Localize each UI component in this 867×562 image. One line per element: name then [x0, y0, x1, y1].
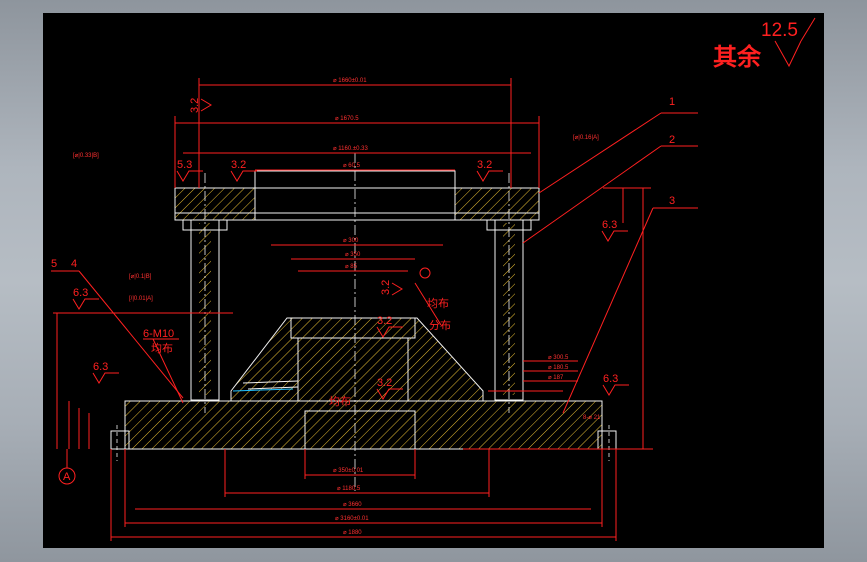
callout-evenly-4: 均布: [329, 395, 351, 408]
part-labels: 1 2 3 5 4: [51, 96, 675, 270]
part-label-5: 5: [51, 258, 57, 270]
svg-text:3.2: 3.2: [477, 159, 492, 171]
base-plate: [110, 400, 617, 461]
svg-text:⌀ 1160.±0.33: ⌀ 1160.±0.33: [333, 146, 368, 152]
svg-text:3.2: 3.2: [377, 377, 392, 389]
svg-text:8-⌀ 21: 8-⌀ 21: [583, 415, 601, 421]
svg-text:6.3: 6.3: [603, 373, 618, 385]
part-label-4: 4: [71, 258, 77, 270]
bottom-dimensions: ⌀ 350±0.01 ⌀ 1180.5 ⌀ 3660 ⌀ 3160±0.01 ⌀…: [110, 449, 617, 541]
svg-text:3.2: 3.2: [377, 315, 392, 327]
part-label-2: 2: [669, 134, 675, 146]
svg-text:[⌀|0.33|B]: [⌀|0.33|B]: [73, 153, 99, 159]
svg-text:⌀ 1180.5: ⌀ 1180.5: [337, 486, 361, 492]
callout-evenly-3: 分布: [429, 319, 451, 332]
svg-text:⌀ 350: ⌀ 350: [345, 252, 361, 258]
svg-text:⌀ 1670.5: ⌀ 1670.5: [335, 116, 359, 122]
roughness-symbol-icon: [774, 40, 802, 68]
svg-text:A: A: [63, 471, 71, 483]
svg-text:⌀ 180.5: ⌀ 180.5: [548, 365, 569, 371]
surface-finish-note: 其余 12.5: [713, 17, 816, 71]
cad-drawing-canvas[interactable]: 其余 12.5 ⌀ 1660±0.01 ⌀ 1670.5 ⌀ 1160.±0.3…: [43, 13, 824, 548]
svg-text:⌀ 3160±0.01: ⌀ 3160±0.01: [335, 516, 369, 522]
svg-text:⌀ 1660±0.01: ⌀ 1660±0.01: [333, 78, 367, 84]
svg-text:⌀ 300: ⌀ 300: [343, 238, 359, 244]
svg-text:6.3: 6.3: [602, 219, 617, 231]
callout-six-m10: 6-M10: [143, 328, 174, 340]
svg-text:3.2: 3.2: [380, 280, 392, 295]
svg-text:5.3: 5.3: [177, 159, 192, 171]
svg-text:[⌀|0.16|A]: [⌀|0.16|A]: [573, 135, 599, 141]
svg-text:[/|0.01|A]: [/|0.01|A]: [129, 296, 153, 302]
svg-text:6.3: 6.3: [73, 287, 88, 299]
svg-text:⌀ 1880: ⌀ 1880: [343, 530, 362, 536]
svg-text:3.2: 3.2: [189, 98, 201, 113]
svg-text:3.2: 3.2: [231, 159, 246, 171]
svg-text:⌀ 85: ⌀ 85: [345, 264, 358, 270]
svg-text:⌀ 60.5: ⌀ 60.5: [343, 163, 361, 169]
datum-a: A: [58, 449, 76, 485]
part-label-1: 1: [669, 96, 675, 108]
part-label-3: 3: [669, 195, 675, 207]
top-dimensions: ⌀ 1660±0.01 ⌀ 1670.5 ⌀ 1160.±0.33 ⌀ 60.5…: [174, 78, 540, 272]
svg-text:⌀ 3660: ⌀ 3660: [343, 502, 362, 508]
finish-note-text: 其余: [713, 43, 762, 71]
svg-text:⌀ 187: ⌀ 187: [548, 375, 564, 381]
svg-text:⌀ 300.5: ⌀ 300.5: [548, 355, 569, 361]
callout-evenly-1: 均布: [151, 342, 173, 355]
svg-text:6.3: 6.3: [93, 361, 108, 373]
svg-text:[⌀|0.1|B]: [⌀|0.1|B]: [129, 274, 152, 280]
finish-note-value: 12.5: [761, 20, 798, 41]
svg-text:⌀ 350±0.01: ⌀ 350±0.01: [333, 468, 364, 474]
